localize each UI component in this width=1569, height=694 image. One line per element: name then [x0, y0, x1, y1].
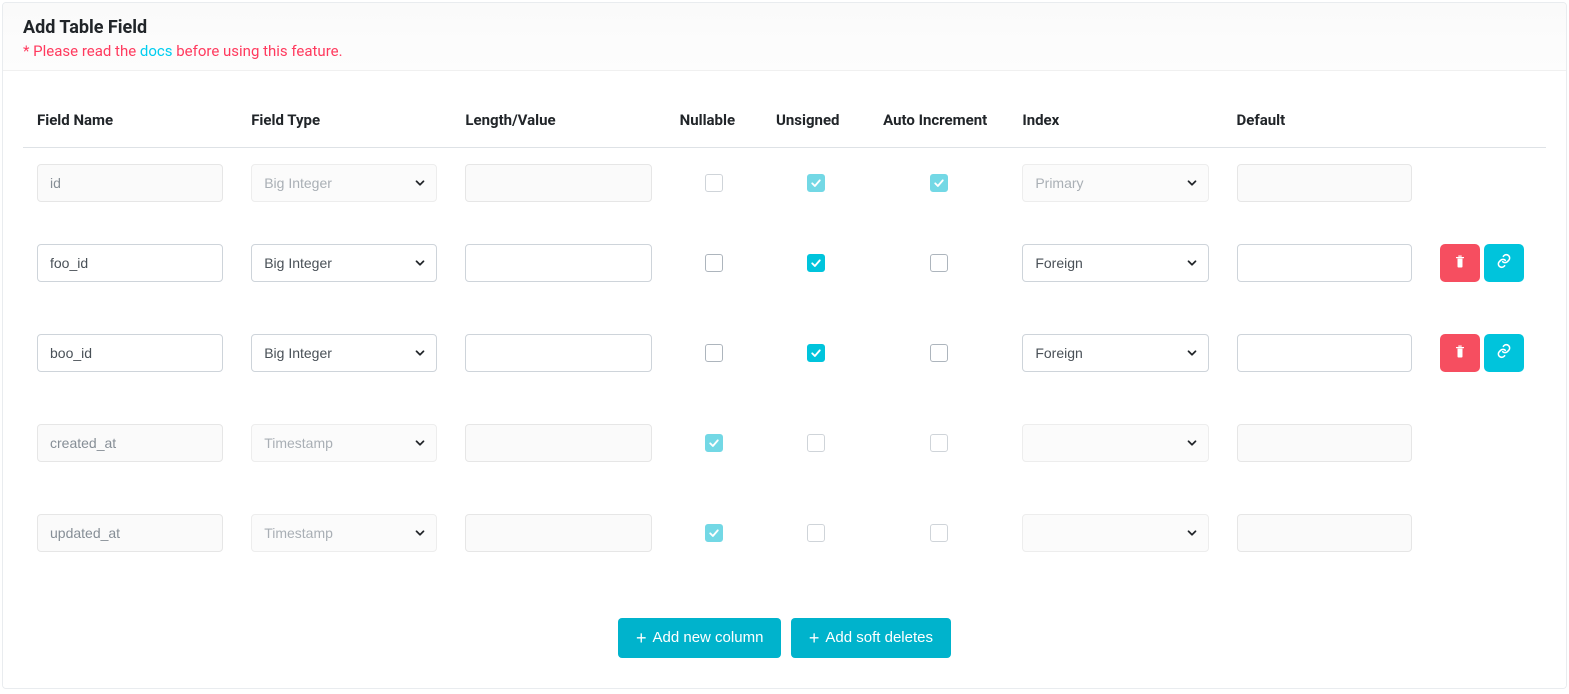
notice-prefix: * Please read the	[23, 42, 140, 60]
col-header-field-name: Field Name	[23, 101, 237, 148]
field-name-input	[37, 514, 223, 552]
index-select[interactable]: Foreign	[1022, 244, 1208, 282]
col-header-index: Index	[1008, 101, 1222, 148]
nullable-checkbox	[705, 434, 723, 452]
link-icon	[1496, 343, 1512, 362]
relation-button[interactable]	[1484, 244, 1524, 282]
delete-row-button[interactable]	[1440, 334, 1480, 372]
col-header-auto-increment: Auto Increment	[869, 101, 1008, 148]
auto-increment-checkbox	[930, 174, 948, 192]
default-input	[1237, 164, 1412, 202]
field-name-input	[37, 164, 223, 202]
length-value-input	[465, 424, 651, 462]
auto-increment-checkbox	[930, 434, 948, 452]
col-header-default: Default	[1223, 101, 1426, 148]
trash-icon	[1452, 253, 1468, 272]
default-input	[1237, 424, 1412, 462]
unsigned-checkbox[interactable]	[807, 254, 825, 272]
add-soft-deletes-label: Add soft deletes	[825, 629, 933, 646]
add-new-column-label: Add new column	[653, 629, 764, 646]
index-select	[1022, 514, 1208, 552]
default-input	[1237, 514, 1412, 552]
field-name-input	[37, 424, 223, 462]
plus-icon: +	[809, 629, 820, 647]
col-header-unsigned: Unsigned	[762, 101, 869, 148]
default-input[interactable]	[1237, 244, 1412, 282]
index-select[interactable]: Foreign	[1022, 334, 1208, 372]
relation-button[interactable]	[1484, 334, 1524, 372]
trash-icon	[1452, 343, 1468, 362]
field-type-select: Timestamp	[251, 514, 437, 552]
auto-increment-checkbox[interactable]	[930, 254, 948, 272]
col-header-actions	[1426, 101, 1546, 148]
unsigned-checkbox	[807, 524, 825, 542]
length-value-input	[465, 514, 651, 552]
length-value-input	[465, 164, 651, 202]
field-name-input[interactable]	[37, 244, 223, 282]
docs-link[interactable]: docs	[140, 42, 173, 60]
length-value-input[interactable]	[465, 244, 651, 282]
auto-increment-checkbox	[930, 524, 948, 542]
notice-suffix: before using this feature.	[173, 42, 343, 60]
add-new-column-button[interactable]: + Add new column	[618, 618, 781, 658]
unsigned-checkbox	[807, 434, 825, 452]
table-row: Big Integer Foreign	[23, 308, 1546, 398]
footer-buttons: + Add new column + Add soft deletes	[23, 578, 1546, 668]
length-value-input[interactable]	[465, 334, 651, 372]
delete-row-button[interactable]	[1440, 244, 1480, 282]
default-input[interactable]	[1237, 334, 1412, 372]
page-title: Add Table Field	[23, 17, 1546, 38]
index-select: Primary	[1022, 164, 1208, 202]
field-type-select: Big Integer	[251, 164, 437, 202]
auto-increment-checkbox[interactable]	[930, 344, 948, 362]
unsigned-checkbox	[807, 174, 825, 192]
fields-table: Field Name Field Type Length/Value Nulla…	[23, 101, 1546, 578]
field-type-select[interactable]: Big Integer	[251, 244, 437, 282]
nullable-checkbox	[705, 524, 723, 542]
header-section: Add Table Field * Please read the docs b…	[3, 3, 1566, 70]
docs-notice: * Please read the docs before using this…	[23, 42, 1546, 60]
table-row: Big Integer Primary	[23, 148, 1546, 218]
field-type-select[interactable]: Big Integer	[251, 334, 437, 372]
nullable-checkbox[interactable]	[705, 344, 723, 362]
unsigned-checkbox[interactable]	[807, 344, 825, 362]
nullable-checkbox[interactable]	[705, 254, 723, 272]
add-soft-deletes-button[interactable]: + Add soft deletes	[791, 618, 951, 658]
table-row: Big Integer Foreign	[23, 218, 1546, 308]
link-icon	[1496, 253, 1512, 272]
col-header-nullable: Nullable	[666, 101, 762, 148]
table-row: Timestamp	[23, 398, 1546, 488]
col-header-field-type: Field Type	[237, 101, 451, 148]
index-select	[1022, 424, 1208, 462]
table-row: Timestamp	[23, 488, 1546, 578]
plus-icon: +	[636, 629, 647, 647]
col-header-length-value: Length/Value	[451, 101, 665, 148]
nullable-checkbox	[705, 174, 723, 192]
field-name-input[interactable]	[37, 334, 223, 372]
field-type-select: Timestamp	[251, 424, 437, 462]
